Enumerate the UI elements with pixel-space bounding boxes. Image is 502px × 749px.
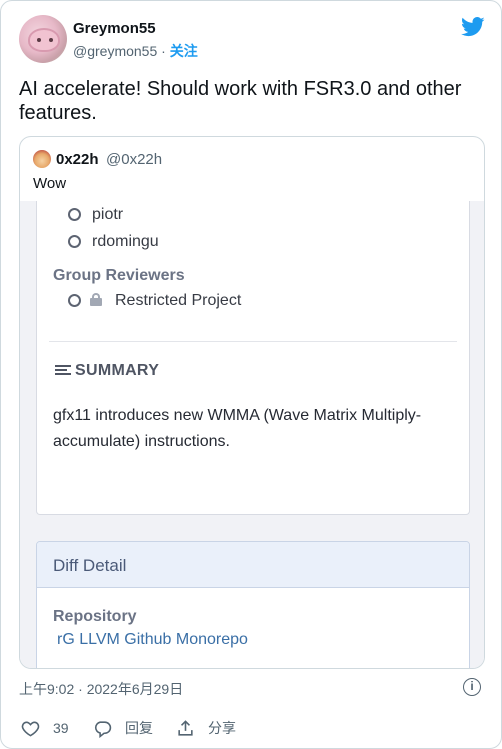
- reviewer-name: rdomingu: [92, 233, 159, 250]
- diff-detail-panel: Diff Detail Repository rG LLVM Github Mo…: [36, 541, 470, 668]
- quoted-screenshot[interactable]: piotr rdomingu Group Reviewers Restricte…: [20, 201, 484, 668]
- like-button[interactable]: 39: [21, 717, 69, 739]
- author-handle-row: @greymon55 · 关注: [73, 41, 198, 61]
- group-reviewer-status-icon: [68, 294, 81, 307]
- reviewer-status-icon: [68, 235, 81, 248]
- author-handle[interactable]: @greymon55: [73, 43, 157, 59]
- quoted-author-handle: @0x22h: [106, 151, 163, 168]
- tweet-card: Greymon55 @greymon55 · 关注 AI accelerate!…: [0, 0, 502, 749]
- info-icon[interactable]: i: [463, 678, 481, 696]
- reply-bubble-icon: [94, 720, 112, 738]
- lock-icon: [90, 293, 102, 306]
- quoted-author-avatar: [33, 150, 51, 168]
- twitter-bird-icon[interactable]: [461, 17, 485, 37]
- quoted-author-name: 0x22h: [56, 151, 99, 168]
- diff-detail-header: Diff Detail: [37, 542, 469, 588]
- share-label: 分享: [208, 720, 236, 736]
- summary-title: SUMMARY: [75, 362, 160, 379]
- group-reviewers-title: Group Reviewers: [53, 267, 185, 284]
- group-reviewer-name: Restricted Project: [115, 292, 242, 309]
- follow-link[interactable]: 关注: [170, 43, 198, 59]
- reviewer-name: piotr: [92, 206, 124, 223]
- summary-lines-icon: [55, 365, 71, 377]
- handle-separator: ·: [157, 43, 170, 59]
- author-display-name[interactable]: Greymon55: [73, 20, 156, 37]
- reviewers-summary-panel: piotr rdomingu Group Reviewers Restricte…: [36, 201, 470, 515]
- author-avatar[interactable]: [19, 15, 67, 63]
- repository-link: rG LLVM Github Monorepo: [57, 631, 248, 648]
- like-count: 39: [53, 720, 69, 736]
- quoted-tweet-text: Wow: [33, 175, 67, 192]
- diff-detail-title: Diff Detail: [53, 556, 127, 575]
- heart-icon: [21, 721, 40, 737]
- reply-button[interactable]: 回复: [93, 717, 153, 739]
- quoted-tweet[interactable]: 0x22h @0x22h Wow piotr rdomingu Group Re…: [19, 136, 485, 669]
- tweet-text: AI accelerate! Should work with FSR3.0 a…: [19, 78, 462, 124]
- reviewer-status-icon: [68, 208, 81, 221]
- share-icon: [178, 719, 193, 736]
- divider: [49, 341, 457, 342]
- reply-label: 回复: [125, 720, 153, 736]
- tweet-timestamp[interactable]: 上午9:02 · 2022年6月29日: [19, 679, 183, 699]
- summary-text: gfx11 introduces new WMMA (Wave Matrix M…: [53, 407, 422, 450]
- share-button[interactable]: 分享: [176, 717, 236, 739]
- repository-label: Repository: [53, 608, 137, 625]
